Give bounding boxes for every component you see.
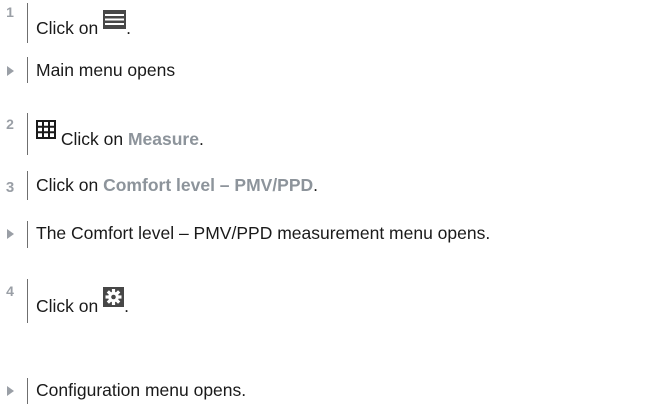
step-number: 3 xyxy=(5,179,15,196)
step-divider xyxy=(27,113,28,155)
step-divider xyxy=(27,171,28,200)
step-divider xyxy=(27,3,28,43)
step-number: 1 xyxy=(6,4,14,20)
menu-item-comfort-level: Comfort level – PMV/PPD xyxy=(103,175,314,195)
result-arrow-icon xyxy=(7,386,14,396)
gear-icon xyxy=(103,286,125,311)
step-text: Click on Comfort level – PMV/PPD. xyxy=(36,175,319,195)
result-divider xyxy=(27,221,28,248)
hamburger-menu-icon xyxy=(103,10,127,33)
step-number: 2 xyxy=(6,116,14,132)
result-arrow-icon xyxy=(7,229,14,239)
result-divider xyxy=(27,57,28,83)
step-text: Click on . xyxy=(36,10,131,38)
step-text: Click on . xyxy=(36,286,129,316)
menu-item-measure: Measure xyxy=(127,129,199,149)
result-text: The Comfort level – PMV/PPD measurement … xyxy=(36,223,491,243)
grid-icon xyxy=(36,120,56,143)
result-text: Configuration menu opens. xyxy=(36,380,247,400)
result-text: Main menu opens xyxy=(36,60,176,80)
step-text: Click on Measure. xyxy=(36,120,204,149)
step-number: 4 xyxy=(6,283,14,299)
step-divider xyxy=(27,279,28,323)
result-divider xyxy=(27,378,28,404)
result-arrow-icon xyxy=(7,66,14,76)
